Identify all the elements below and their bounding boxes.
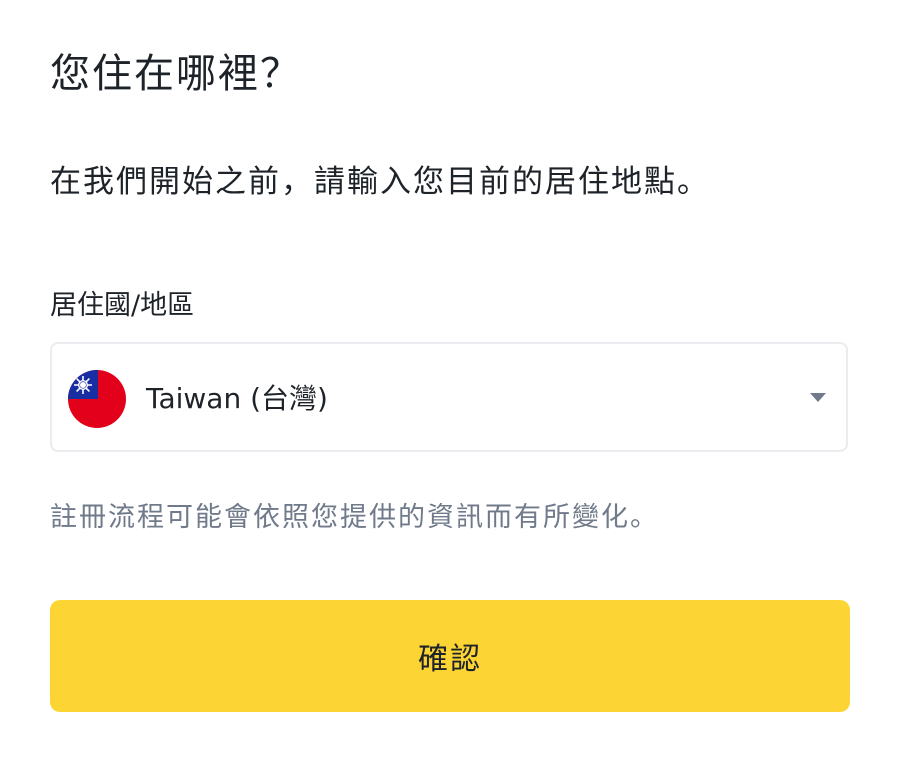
residence-field-label: 居住國/地區: [50, 290, 195, 321]
page-subtitle: 在我們開始之前，請輸入您目前的居住地點。: [50, 164, 710, 200]
residence-page: 您住在哪裡？ 在我們開始之前，請輸入您目前的居住地點。 居住國/地區 Taiwa…: [0, 0, 900, 764]
helper-text: 註冊流程可能會依照您提供的資訊而有所變化。: [50, 502, 659, 533]
residence-selected-value: Taiwan (台灣): [146, 382, 328, 415]
caret-down-icon: [810, 393, 826, 402]
page-title: 您住在哪裡？: [50, 51, 302, 97]
taiwan-flag-icon: [68, 370, 126, 428]
residence-country-select[interactable]: Taiwan (台灣): [50, 342, 848, 452]
confirm-button[interactable]: 確認: [50, 600, 850, 712]
